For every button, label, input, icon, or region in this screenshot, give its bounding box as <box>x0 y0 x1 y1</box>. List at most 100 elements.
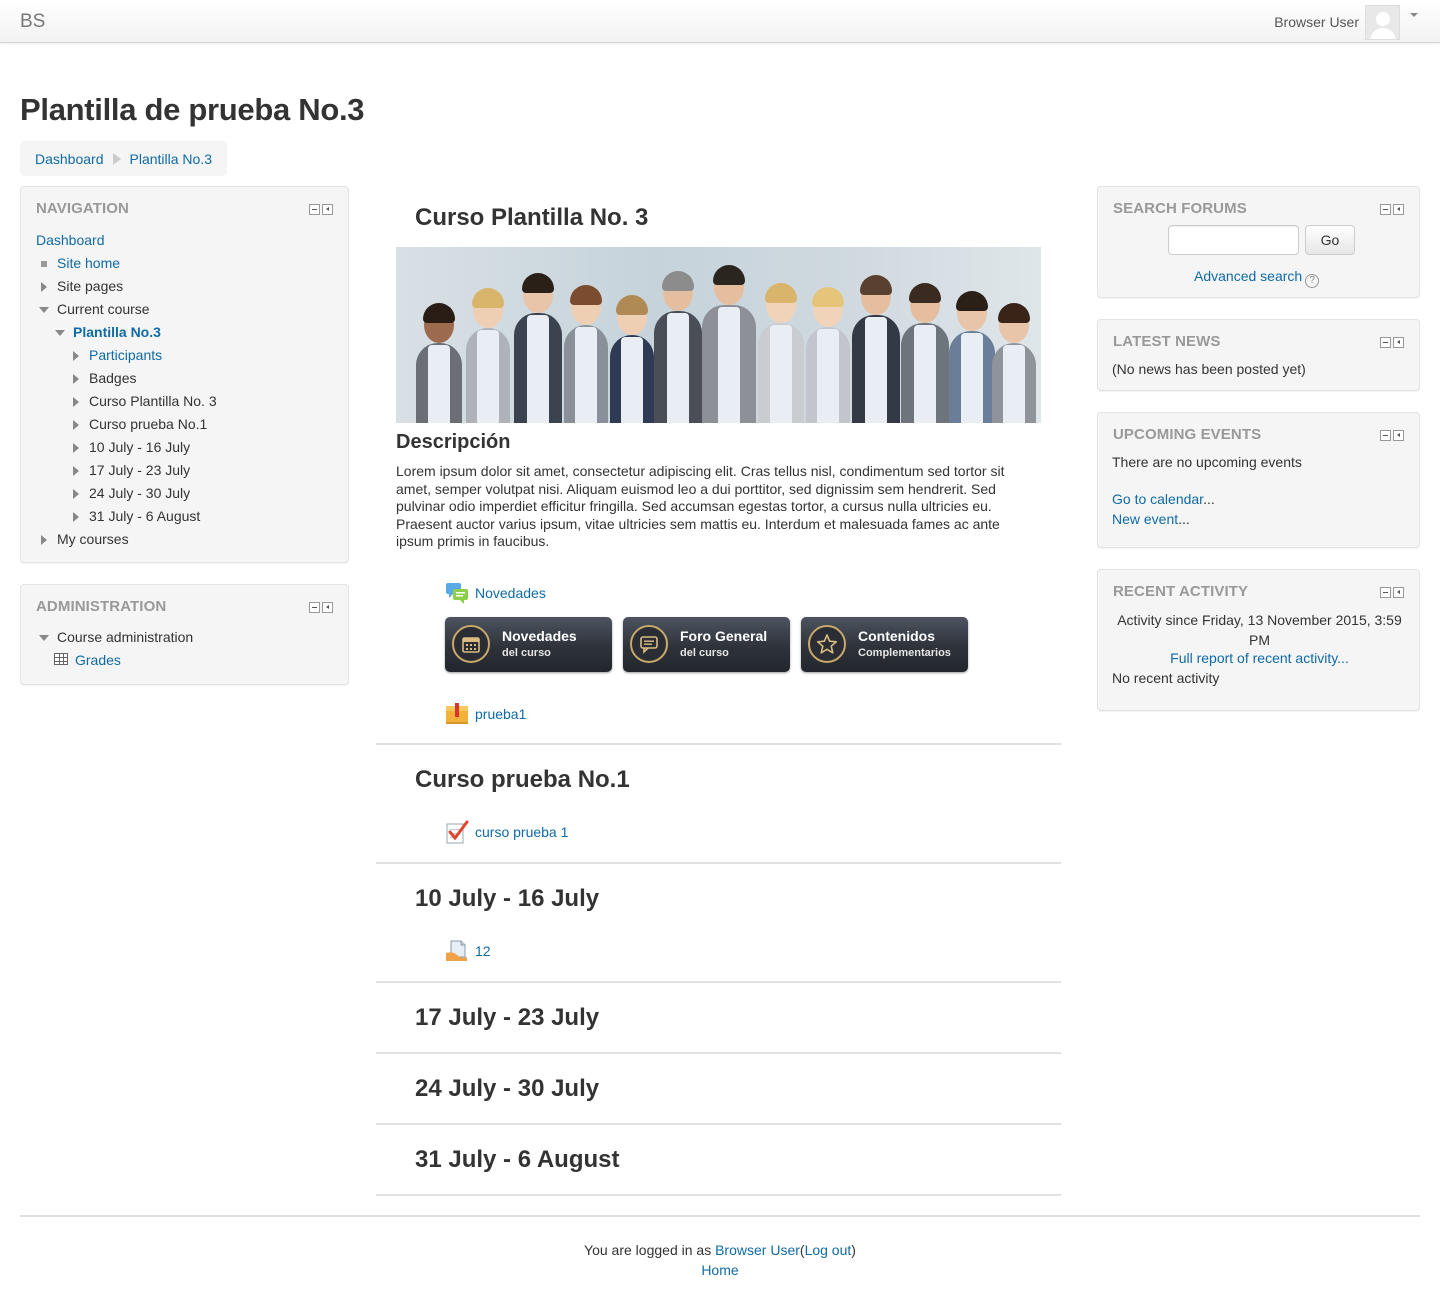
quiz-link[interactable]: curso prueba 1 <box>475 824 568 840</box>
user-menu[interactable]: Browser User <box>1274 4 1418 40</box>
nav-link[interactable]: Participants <box>89 347 162 363</box>
novedades-button[interactable]: Novedades del curso <box>445 617 612 672</box>
dock-icon[interactable] <box>322 602 333 613</box>
new-event-link[interactable]: New event <box>1112 511 1178 527</box>
minimize-icon[interactable] <box>309 602 320 613</box>
foro-general-button[interactable]: Foro General del curso <box>623 617 790 672</box>
course-section-1: Curso prueba No.1 <box>376 745 1061 864</box>
expand-icon[interactable] <box>73 397 79 407</box>
nav-item-site-home[interactable]: Site home <box>36 252 217 275</box>
logout-link[interactable]: Log out <box>805 1242 852 1258</box>
chevron-down-icon[interactable] <box>1410 13 1418 17</box>
breadcrumb: Dashboard Plantilla No.3 <box>20 141 227 176</box>
collapse-icon[interactable] <box>39 635 49 641</box>
dock-icon[interactable] <box>1393 204 1404 215</box>
go-to-calendar-link[interactable]: Go to calendar <box>1112 491 1203 507</box>
minimize-icon[interactable] <box>1380 337 1391 348</box>
expand-icon[interactable] <box>41 535 47 545</box>
expand-icon[interactable] <box>73 420 79 430</box>
new-event-row: New event... <box>1112 511 1190 527</box>
nav-item-current-course[interactable]: Current course <box>36 298 217 321</box>
admin-item-grades[interactable]: Grades <box>36 649 193 672</box>
nav-item-section[interactable]: Curso prueba No.1 <box>36 413 217 436</box>
nav-label[interactable]: Course administration <box>57 629 193 645</box>
resource-link[interactable]: prueba1 <box>475 706 526 722</box>
collapse-icon[interactable] <box>39 307 49 313</box>
nav-link[interactable]: Grades <box>75 652 121 668</box>
nav-label[interactable]: 17 July - 23 July <box>89 462 190 478</box>
file-activity[interactable]: 12 <box>445 939 491 963</box>
expand-icon[interactable] <box>73 374 79 384</box>
description-heading: Descripción <box>396 431 511 453</box>
nav-label[interactable]: Curso Plantilla No. 3 <box>89 393 217 409</box>
minimize-icon[interactable] <box>1380 587 1391 598</box>
minimize-icon[interactable] <box>1380 430 1391 441</box>
expand-icon[interactable] <box>73 466 79 476</box>
expand-icon[interactable] <box>73 512 79 522</box>
nav-label[interactable]: Site pages <box>57 278 123 294</box>
nav-item-section[interactable]: Curso Plantilla No. 3 <box>36 390 217 413</box>
quiz-activity[interactable]: curso prueba 1 <box>445 820 568 844</box>
dock-icon[interactable] <box>322 204 333 215</box>
nav-label[interactable]: Curso prueba No.1 <box>89 416 207 432</box>
dock-icon[interactable] <box>1393 337 1404 348</box>
expand-icon[interactable] <box>73 489 79 499</box>
avatar[interactable] <box>1365 4 1400 40</box>
nav-item-section[interactable]: 24 July - 30 July <box>36 482 217 505</box>
search-input[interactable] <box>1168 225 1299 255</box>
forum-link[interactable]: Novedades <box>475 585 546 601</box>
nav-label[interactable]: My courses <box>57 531 129 547</box>
nav-item-site-pages[interactable]: Site pages <box>36 275 217 298</box>
block-controls <box>309 204 333 215</box>
breadcrumb-dashboard[interactable]: Dashboard <box>35 151 104 167</box>
site-brand[interactable]: BS <box>20 11 45 33</box>
nav-label[interactable]: 31 July - 6 August <box>89 508 200 524</box>
minimize-icon[interactable] <box>309 204 320 215</box>
nav-link[interactable]: Plantilla No.3 <box>73 324 161 340</box>
nav-item-section[interactable]: 10 July - 16 July <box>36 436 217 459</box>
user-name[interactable]: Browser User <box>1274 14 1359 30</box>
forum-activity[interactable]: Novedades <box>445 581 546 605</box>
full-report-link[interactable]: Full report of recent activity... <box>1170 650 1349 666</box>
nav-label[interactable]: Badges <box>89 370 136 386</box>
banner-person <box>806 287 850 423</box>
dock-icon[interactable] <box>1393 430 1404 441</box>
breadcrumb-course[interactable]: Plantilla No.3 <box>130 151 213 167</box>
nav-item-dashboard[interactable]: Dashboard <box>36 229 217 252</box>
block-title: SEARCH FORUMS <box>1113 200 1247 217</box>
minimize-icon[interactable] <box>1380 204 1391 215</box>
nav-item-section[interactable]: 31 July - 6 August <box>36 505 217 528</box>
nav-link[interactable]: Site home <box>57 255 120 271</box>
nav-item-my-courses[interactable]: My courses <box>36 528 217 551</box>
collapse-icon[interactable] <box>55 330 65 336</box>
nav-link[interactable]: Dashboard <box>36 232 105 248</box>
banner-person <box>702 265 756 423</box>
file-link[interactable]: 12 <box>475 943 491 959</box>
button-label: Novedades <box>502 628 577 644</box>
advanced-search-link[interactable]: Advanced search <box>1194 268 1302 284</box>
course-section-4: 24 July - 30 July <box>376 1054 1061 1125</box>
block-controls <box>1380 337 1404 348</box>
expand-icon[interactable] <box>41 282 47 292</box>
footer-user-link[interactable]: Browser User <box>715 1242 800 1258</box>
admin-item-course-admin[interactable]: Course administration <box>36 626 193 649</box>
help-icon[interactable]: ? <box>1305 274 1320 288</box>
nav-item-section[interactable]: 17 July - 23 July <box>36 459 217 482</box>
home-link[interactable]: Home <box>701 1262 738 1278</box>
expand-icon[interactable] <box>73 443 79 453</box>
nav-label[interactable]: 10 July - 16 July <box>89 439 190 455</box>
nav-label[interactable]: Current course <box>57 301 150 317</box>
resource-activity[interactable]: prueba1 <box>445 702 526 726</box>
expand-icon[interactable] <box>73 351 79 361</box>
footer-divider <box>20 1215 1420 1217</box>
banner-person <box>466 288 510 423</box>
nav-item-course-active[interactable]: Plantilla No.3 <box>36 321 217 344</box>
top-navbar: BS Browser User <box>0 0 1440 43</box>
contenidos-button[interactable]: Contenidos Complementarios <box>801 617 968 672</box>
full-report-row: Full report of recent activity... <box>1112 650 1407 666</box>
nav-label[interactable]: 24 July - 30 July <box>89 485 190 501</box>
dock-icon[interactable] <box>1393 587 1404 598</box>
go-button[interactable]: Go <box>1305 225 1355 255</box>
nav-item-badges[interactable]: Badges <box>36 367 217 390</box>
nav-item-participants[interactable]: Participants <box>36 344 217 367</box>
